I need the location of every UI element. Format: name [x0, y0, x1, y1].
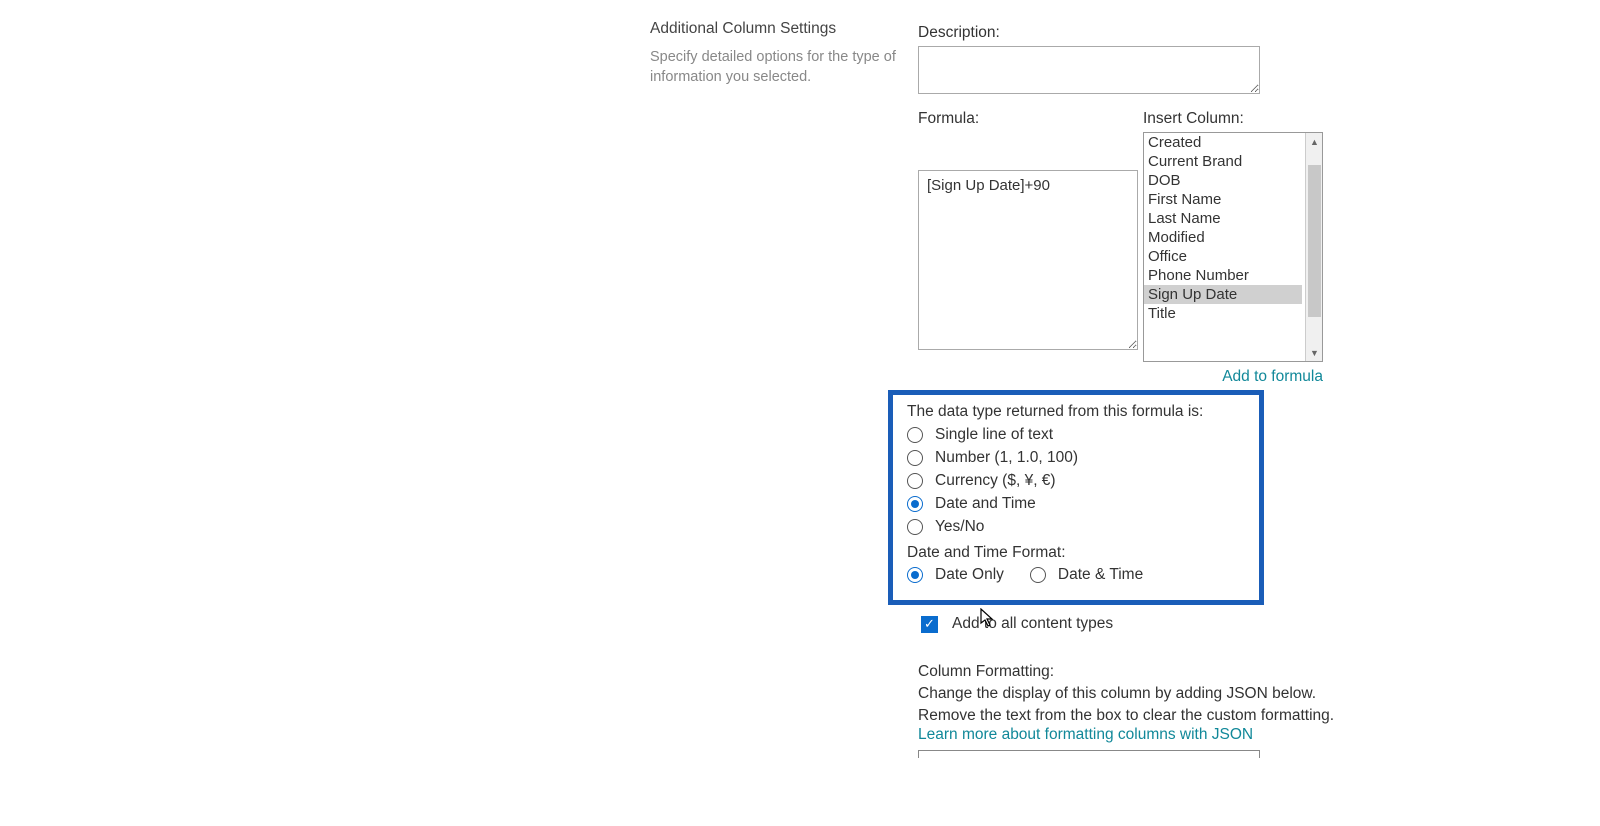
scroll-up-button[interactable]: ▲ [1306, 133, 1323, 150]
insert-column-listbox[interactable]: CreatedCurrent BrandDOBFirst NameLast Na… [1143, 132, 1323, 362]
radio-yes-no-label: Yes/No [935, 518, 984, 536]
list-option[interactable]: Current Brand [1144, 152, 1302, 171]
date-time-format-label: Date and Time Format: [907, 544, 1245, 562]
formula-label: Formula: [918, 110, 1138, 128]
list-option[interactable]: Modified [1144, 228, 1302, 247]
radio-single-line[interactable] [907, 427, 923, 443]
radio-date-only-label: Date Only [935, 566, 1004, 584]
radio-number-label: Number (1, 1.0, 100) [935, 449, 1078, 467]
column-formatting-title: Column Formatting: [918, 663, 1388, 681]
list-option[interactable]: DOB [1144, 171, 1302, 190]
radio-currency-label: Currency ($, ¥, €) [935, 472, 1056, 490]
radio-date-time[interactable] [907, 496, 923, 512]
column-formatting-text-2: Remove the text from the box to clear th… [918, 705, 1388, 727]
section-title: Additional Column Settings [650, 20, 900, 38]
scroll-down-button[interactable]: ▼ [1306, 344, 1323, 361]
list-option[interactable]: Sign Up Date [1144, 285, 1302, 304]
json-input[interactable] [918, 750, 1260, 758]
section-description: Specify detailed options for the type of… [650, 48, 900, 87]
scroll-thumb[interactable] [1308, 165, 1321, 317]
column-formatting-text-1: Change the display of this column by add… [918, 683, 1388, 705]
radio-date-time-label: Date and Time [935, 495, 1036, 513]
description-input[interactable] [918, 46, 1260, 94]
list-option[interactable]: Title [1144, 304, 1302, 323]
list-option[interactable]: First Name [1144, 190, 1302, 209]
list-option[interactable]: Phone Number [1144, 266, 1302, 285]
add-content-types-checkbox[interactable]: ✓ [921, 616, 938, 633]
formula-input[interactable] [918, 170, 1138, 350]
radio-date-and-time-label: Date & Time [1058, 566, 1143, 584]
data-type-label: The data type returned from this formula… [907, 403, 1245, 421]
list-option[interactable]: Created [1144, 133, 1302, 152]
radio-date-only[interactable] [907, 567, 923, 583]
radio-number[interactable] [907, 450, 923, 466]
radio-yes-no[interactable] [907, 519, 923, 535]
radio-currency[interactable] [907, 473, 923, 489]
scrollbar[interactable]: ▲ ▼ [1305, 133, 1322, 361]
description-label: Description: [918, 24, 1388, 42]
list-option[interactable]: Last Name [1144, 209, 1302, 228]
insert-column-label: Insert Column: [1143, 110, 1323, 128]
data-type-highlight-box: The data type returned from this formula… [888, 390, 1264, 605]
list-option[interactable]: Office [1144, 247, 1302, 266]
add-to-formula-link[interactable]: Add to formula [1222, 368, 1323, 385]
radio-single-line-label: Single line of text [935, 426, 1053, 444]
add-content-types-label: Add to all content types [952, 615, 1113, 633]
radio-date-and-time[interactable] [1030, 567, 1046, 583]
column-formatting-learn-more-link[interactable]: Learn more about formatting columns with… [918, 726, 1253, 743]
